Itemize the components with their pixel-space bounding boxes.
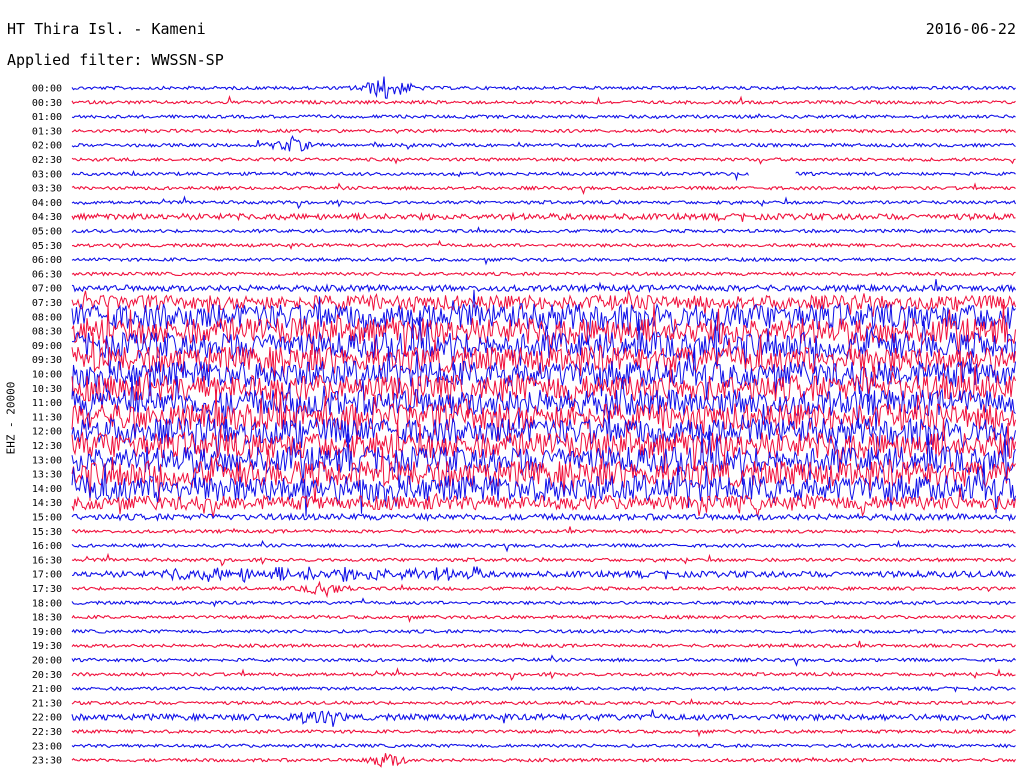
seismic-trace	[71, 239, 1016, 251]
seismic-trace	[71, 95, 1016, 105]
seismic-trace	[71, 709, 1016, 727]
time-label: 18:30	[32, 613, 62, 624]
time-label: 22:00	[32, 713, 62, 724]
seismic-trace	[71, 628, 1016, 635]
time-label: 05:00	[32, 227, 62, 238]
helicorder-plot: 00:00 00:30 01:00 01:30 02:00 02:30 03:00 03:30…	[32, 76, 1016, 768]
time-label: 11:00	[32, 398, 62, 409]
seismic-trace	[71, 597, 1016, 608]
time-label: 20:30	[32, 670, 62, 681]
seismic-trace	[71, 654, 1016, 667]
seismic-trace	[71, 113, 1016, 120]
time-label: 13:00	[32, 455, 62, 466]
time-label: 23:00	[32, 741, 62, 752]
time-label: 07:00	[32, 284, 62, 295]
time-label: 01:30	[32, 126, 62, 137]
time-label: 16:00	[32, 541, 62, 552]
seismic-trace	[71, 195, 1016, 210]
data-gap	[748, 167, 796, 180]
time-label: 16:30	[32, 555, 62, 566]
time-label: 19:30	[32, 641, 62, 652]
seismic-trace	[71, 580, 1016, 599]
time-label: 07:30	[32, 298, 62, 309]
time-label: 21:30	[32, 698, 62, 709]
time-label: 09:00	[32, 341, 62, 352]
seismic-trace	[71, 667, 1016, 682]
time-label: 21:00	[32, 684, 62, 695]
seismic-trace	[71, 743, 1016, 749]
seismic-trace	[71, 169, 1016, 182]
time-label: 22:30	[32, 727, 62, 738]
seismic-trace	[71, 566, 1016, 583]
seismic-trace	[71, 685, 1016, 693]
seismic-trace	[71, 640, 1016, 649]
time-label: 17:00	[32, 570, 62, 581]
time-label: 08:30	[32, 327, 62, 338]
time-label: 19:00	[32, 627, 62, 638]
time-label: 05:30	[32, 241, 62, 252]
time-label: 08:00	[32, 312, 62, 323]
seismic-trace	[71, 487, 1016, 518]
time-label: 03:30	[32, 184, 62, 195]
time-label: 14:00	[32, 484, 62, 495]
seismic-trace	[71, 182, 1016, 195]
time-label: 09:30	[32, 355, 62, 366]
seismic-trace	[71, 76, 1016, 99]
helicorder-page: HT Thira Isl. - Kameni Applied filter: W…	[0, 0, 1024, 780]
time-label: 20:00	[32, 656, 62, 667]
time-label: 14:30	[32, 498, 62, 509]
time-label: 15:30	[32, 527, 62, 538]
time-label: 12:30	[32, 441, 62, 452]
seismic-trace	[71, 135, 1016, 152]
seismic-trace	[71, 614, 1016, 624]
time-label: 10:00	[32, 370, 62, 381]
time-label: 01:00	[32, 112, 62, 123]
seismic-trace	[71, 226, 1016, 234]
seismic-trace	[71, 156, 1016, 165]
seismic-trace	[71, 279, 1016, 294]
seismic-trace	[71, 753, 1016, 768]
seismic-trace	[71, 128, 1016, 134]
seismic-trace	[71, 539, 1016, 553]
time-label: 00:00	[32, 84, 62, 95]
time-label: 15:00	[32, 513, 62, 524]
seismic-trace	[71, 552, 1016, 567]
time-label: 02:00	[32, 141, 62, 152]
time-label: 06:00	[32, 255, 62, 266]
time-label: 02:30	[32, 155, 62, 166]
time-label: 03:00	[32, 169, 62, 180]
seismic-trace	[71, 526, 1016, 535]
time-label: 04:30	[32, 212, 62, 223]
time-label: 18:00	[32, 598, 62, 609]
seismic-trace	[71, 211, 1016, 222]
time-label: 12:00	[32, 427, 62, 438]
time-label: 00:30	[32, 98, 62, 109]
seismic-trace	[71, 697, 1016, 706]
time-label: 10:30	[32, 384, 62, 395]
time-label: 23:30	[32, 756, 62, 767]
time-label: 13:30	[32, 470, 62, 481]
seismic-trace	[71, 290, 1016, 317]
seismic-trace	[71, 728, 1016, 738]
time-label: 11:30	[32, 412, 62, 423]
time-label: 04:00	[32, 198, 62, 209]
time-label: 17:30	[32, 584, 62, 595]
time-label: 06:30	[32, 269, 62, 280]
seismic-trace	[71, 271, 1016, 277]
seismic-trace	[71, 256, 1016, 266]
